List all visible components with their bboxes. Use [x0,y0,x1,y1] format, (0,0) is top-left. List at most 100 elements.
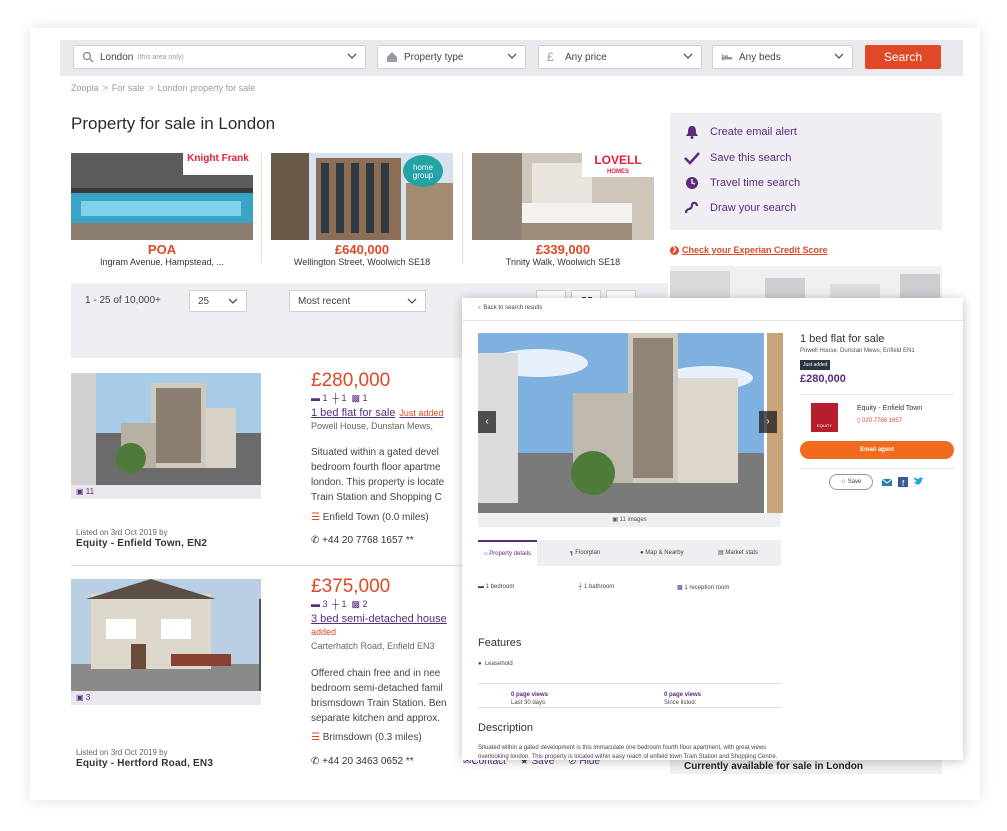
chevron-down-icon [228,298,238,304]
agent-phone[interactable]: ✆ +44 20 3463 0652 ** [311,756,414,767]
featured-photo[interactable]: home group [271,153,453,240]
photo-count[interactable]: ▣ 3 [71,691,261,705]
breadcrumb-separator: > [148,83,154,93]
agent-logo[interactable]: EQUITY [811,403,838,432]
chevron-left-icon: ‹ [478,305,480,311]
listing-location: Powell House, Dunstan Mews, [311,421,434,431]
sofa-icon: ▩ [677,585,683,591]
chevron-down-icon [407,298,417,304]
featured-price: POA [147,242,177,257]
property-type-select[interactable]: Property type [377,45,526,69]
location-input[interactable]: London (this area only) [73,45,366,69]
breadcrumb-zoopla[interactable]: Zoopla [71,83,99,93]
room-counts: ▬ 1 ┼ 1 ▩ 1 [311,393,368,403]
bed-icon [721,54,733,61]
sort-select[interactable]: Most recent [289,290,426,312]
rail-icon: ☰ [311,732,320,743]
featured-address: Wellington Street, Woolwich SE18 [293,257,431,267]
back-to-results-link[interactable]: ‹ Back to search results [478,305,542,311]
facebook-icon[interactable]: f [898,477,908,487]
email-agent-button[interactable]: Email agent [800,441,954,459]
page-frame: London (this area only) Property type £ A… [30,28,980,800]
chevron-down-icon [834,53,844,59]
house-icon: ⌂ [484,551,488,557]
listing-title[interactable]: 3 bed semi-detached house [311,613,447,625]
rail-icon: ☰ [311,512,320,523]
phone-icon: ✆ [311,756,320,767]
featured-price: £339,000 [535,242,591,257]
featured-card[interactable]: home group £640,000 Wellington Street, W… [271,153,453,267]
property-detail-panel: ‹ Back to search results ‹ › ▣ 11 images… [462,298,963,760]
next-photo-button[interactable]: › [759,411,777,433]
price-select[interactable]: £ Any price [538,45,702,69]
beds-select[interactable]: Any beds [712,45,853,69]
tab-floorplan[interactable]: ┓ Floorplan [570,540,600,566]
draw-your-search[interactable]: Draw your search [684,201,796,215]
featured-photo[interactable]: LOVELL HOMES [472,153,654,240]
agent-name[interactable]: Equity - Enfield Town [857,405,922,412]
agent-phone[interactable]: ▯ 020 7768 1657 [857,417,902,424]
listing-agent[interactable]: Equity - Enfield Town, EN2 [76,538,207,549]
listed-date: Listed on 3rd Oct 2019 by [76,528,168,537]
detail-tabs: ⌂ Property details ┓ Floorplan ● Map & N… [478,540,781,566]
breadcrumb-separator: > [102,83,108,93]
detail-price: £280,000 [800,373,846,385]
featured-price: £640,000 [334,242,390,257]
bath-icon: ┼ [332,393,339,403]
per-page-select[interactable]: 25 [189,290,247,312]
chevron-down-icon [507,53,517,59]
divider [800,468,954,469]
chevron-right-icon: › [766,416,770,427]
just-added-tag: Just added [399,408,444,418]
bath-icon: ┼ [332,599,339,609]
search-button[interactable]: Search [865,45,941,69]
views-since-listed: Since listed: 0 page views [664,692,702,706]
divider [462,320,963,321]
travel-time-search[interactable]: Travel time search [684,176,800,190]
listing-title[interactable]: 1 bed flat for sale Just added [311,407,443,419]
agent-phone[interactable]: ✆ +44 20 7768 1657 ** [311,535,414,546]
views-last-30-days: Last 30 days: 0 page views [511,692,549,706]
phone-icon: ▯ [857,418,861,424]
page-title: Property for sale in London [71,114,276,133]
tab-property-details[interactable]: ⌂ Property details [478,540,537,566]
previous-photo-button[interactable]: ‹ [478,411,496,433]
info-icon: ● [478,661,482,667]
save-button[interactable]: ☆ Save [829,474,873,490]
pound-icon: £ [547,50,554,64]
knight-frank-logo: Knight Frank [183,153,253,175]
listing-photo[interactable] [71,579,261,691]
phone-icon: ✆ [311,535,320,546]
listing-location: Carterhatch Road, Enfield EN3 [311,641,435,651]
listing-photo[interactable] [71,373,261,485]
twitter-icon[interactable] [914,477,924,487]
main-photo[interactable] [478,333,764,513]
bed-icon: ▬ [311,599,320,609]
tab-map-nearby[interactable]: ● Map & Nearby [640,540,684,566]
nearest-station: ☰ Enfield Town (0.0 miles) [311,512,429,523]
tab-market-stats[interactable]: ▤ Market stats [718,540,758,566]
breadcrumb-current: London property for sale [157,83,256,93]
experian-link[interactable]: ❯ Check your Experian Credit Score [670,245,828,256]
listing-agent[interactable]: Equity - Hertford Road, EN3 [76,758,213,769]
photo-count[interactable]: ▣ 11 images [478,513,781,527]
breadcrumb: Zoopla > For sale > London property for sale [71,83,259,93]
featured-photo[interactable]: Knight Frank [71,153,253,240]
photo-count[interactable]: ▣ 11 [71,485,261,499]
stats-icon: ▤ [718,550,724,556]
features-heading: Features [478,637,522,649]
featured-address: Trinity Walk, Woolwich SE18 [505,257,621,267]
breadcrumb-for-sale[interactable]: For sale [112,83,145,93]
camera-icon: ▣ [76,693,84,702]
bed-icon: ▬ [311,393,320,403]
bell-icon [686,126,698,139]
email-share-icon[interactable] [882,477,892,487]
floorplan-icon: ┓ [570,550,574,556]
chevron-down-icon [683,53,693,59]
chevron-down-icon [347,53,357,59]
featured-card[interactable]: Knight Frank POA Ingram Avenue, Hampstea… [71,153,253,267]
search-bar: London (this area only) Property type £ A… [60,40,963,76]
featured-card[interactable]: LOVELL HOMES £339,000 Trinity Walk, Woolw… [472,153,654,267]
create-email-alert[interactable]: Create email alert [684,125,797,139]
save-this-search[interactable]: Save this search [684,151,791,165]
